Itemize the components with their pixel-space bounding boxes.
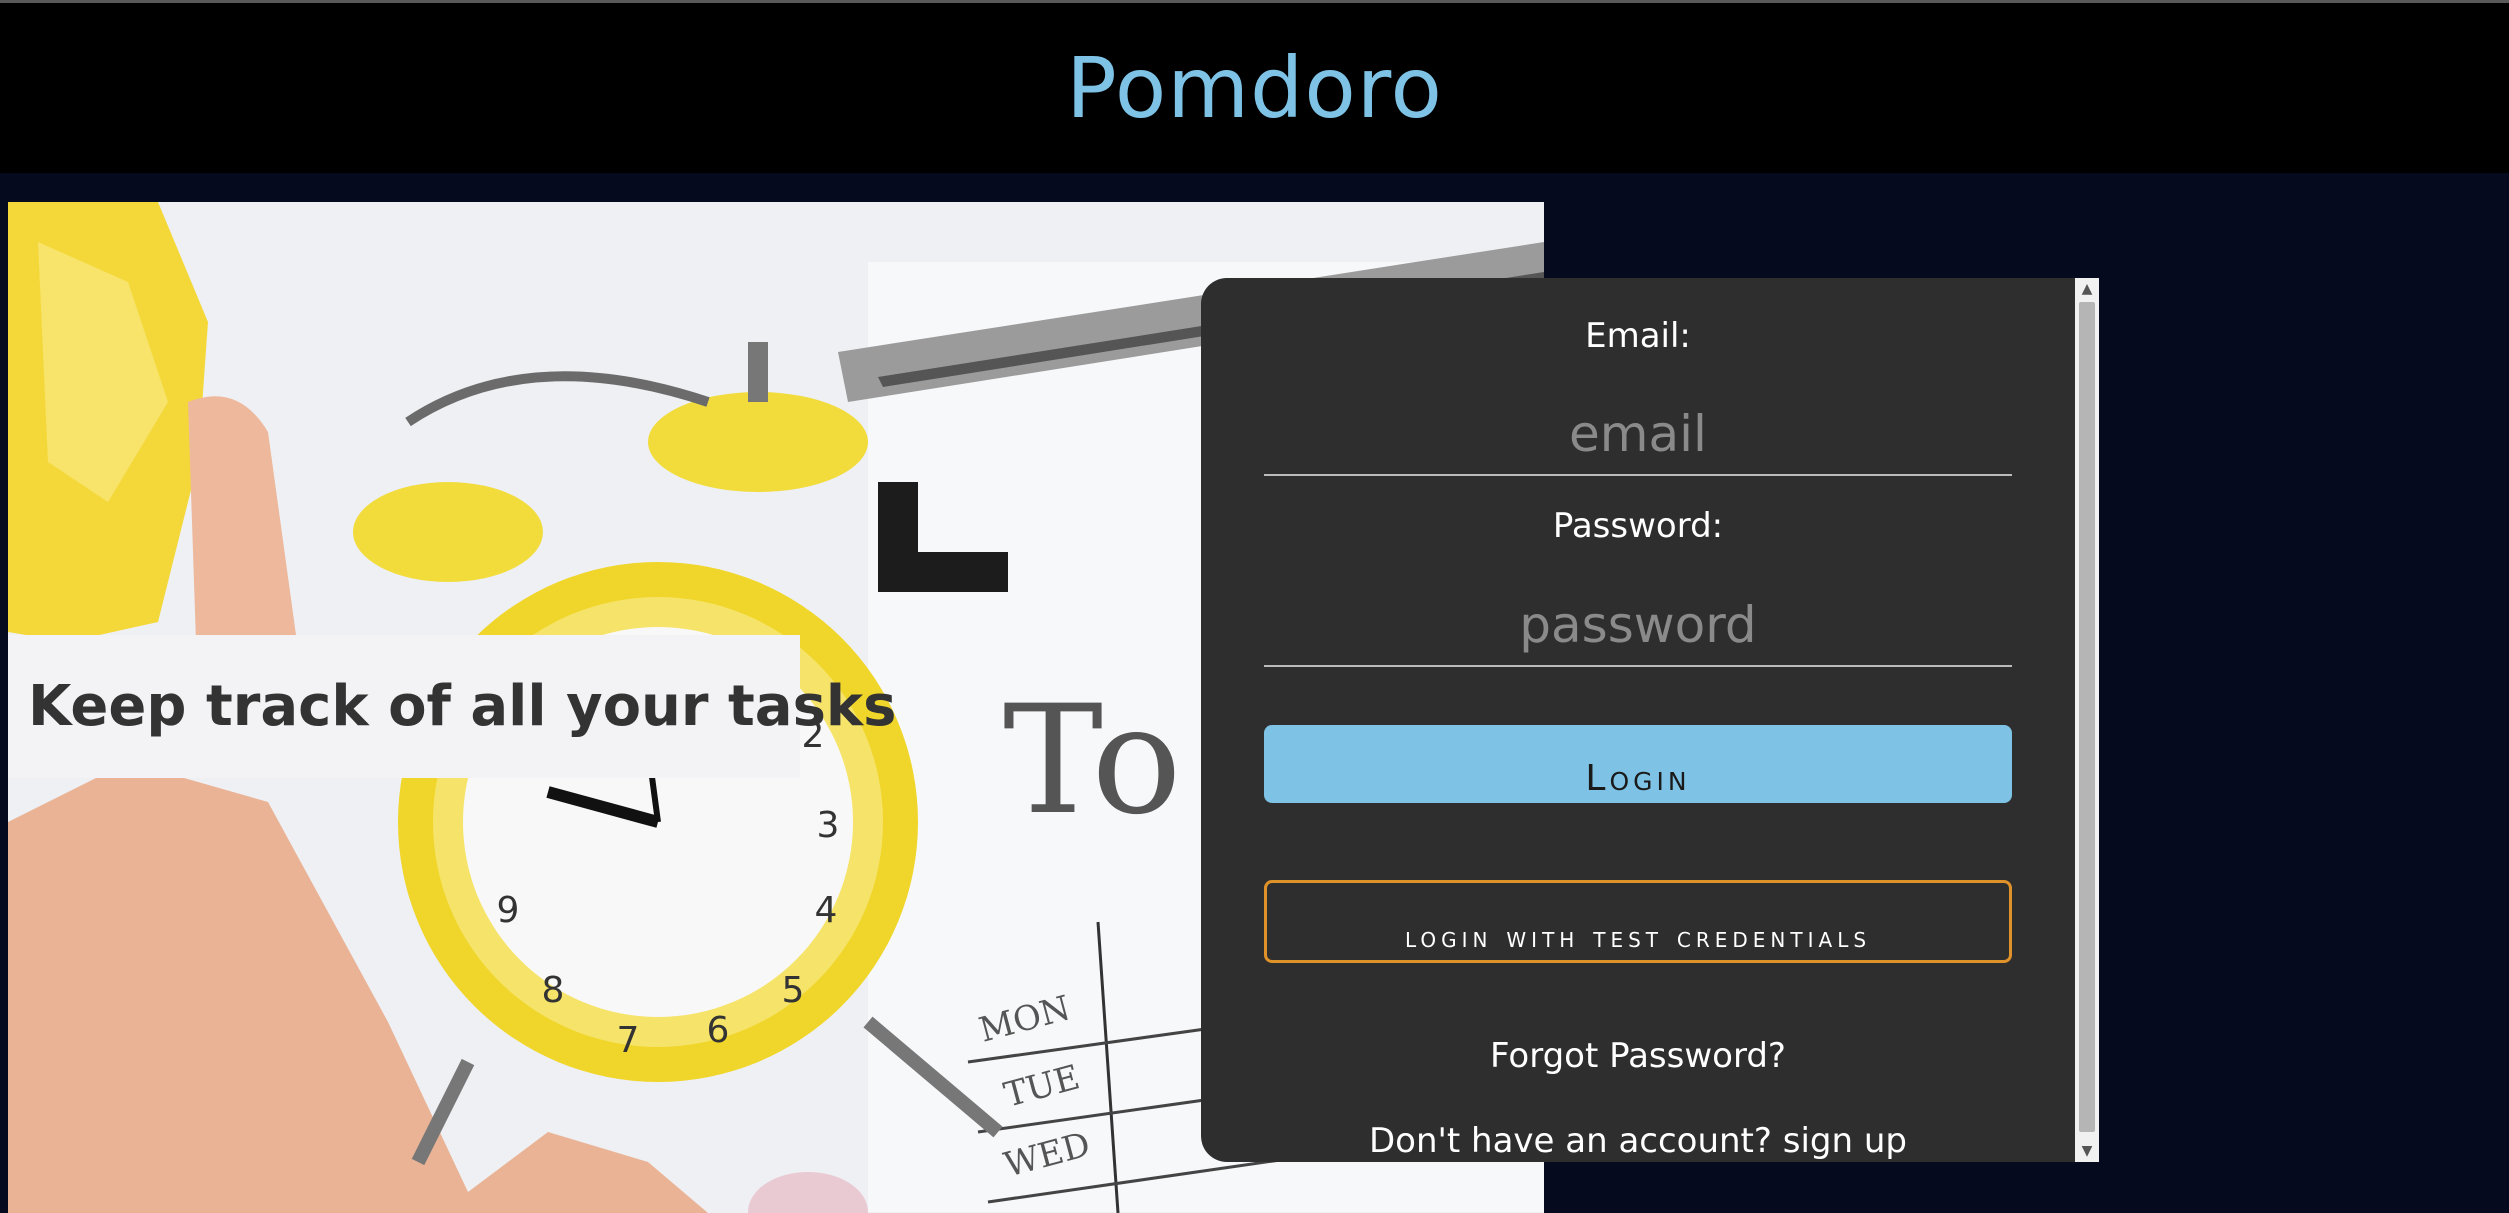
- hero-tagline-box: Keep track of all your tasks: [8, 635, 897, 778]
- scroll-thumb[interactable]: [2079, 302, 2095, 1132]
- svg-text:8: 8: [542, 970, 565, 1011]
- forgot-password-link[interactable]: Forgot Password?: [1201, 1036, 2075, 1076]
- login-button[interactable]: Login: [1264, 725, 2012, 803]
- email-field-wrapper: [1264, 394, 2012, 476]
- login-form: Email: Password: Login login with test c…: [1201, 278, 2075, 1162]
- svg-text:4: 4: [815, 890, 838, 931]
- svg-text:9: 9: [497, 890, 520, 931]
- svg-text:3: 3: [817, 805, 840, 846]
- login-panel: Email: Password: Login login with test c…: [1201, 278, 2099, 1162]
- test-login-button[interactable]: login with test credentials: [1264, 880, 2012, 963]
- password-field-wrapper: [1264, 585, 2012, 667]
- signup-link[interactable]: Don't have an account? sign up: [1201, 1121, 2075, 1161]
- email-field[interactable]: [1264, 394, 2012, 474]
- svg-text:7: 7: [617, 1020, 640, 1061]
- password-label: Password:: [1552, 506, 1724, 546]
- password-field[interactable]: [1264, 585, 2012, 665]
- svg-text:To: To: [1003, 674, 1182, 848]
- svg-text:5: 5: [782, 970, 805, 1011]
- email-label: Email:: [1585, 316, 1691, 356]
- hero-tagline: Keep track of all your tasks: [28, 674, 897, 739]
- scroll-down-arrow-icon[interactable]: ▼: [2075, 1140, 2099, 1162]
- panel-scrollbar[interactable]: ▲ ▼: [2075, 278, 2099, 1162]
- svg-text:6: 6: [707, 1010, 730, 1051]
- scroll-up-arrow-icon[interactable]: ▲: [2075, 278, 2099, 300]
- app-title: Pomdoro: [1066, 39, 1443, 137]
- app-header: Pomdoro: [0, 3, 2509, 173]
